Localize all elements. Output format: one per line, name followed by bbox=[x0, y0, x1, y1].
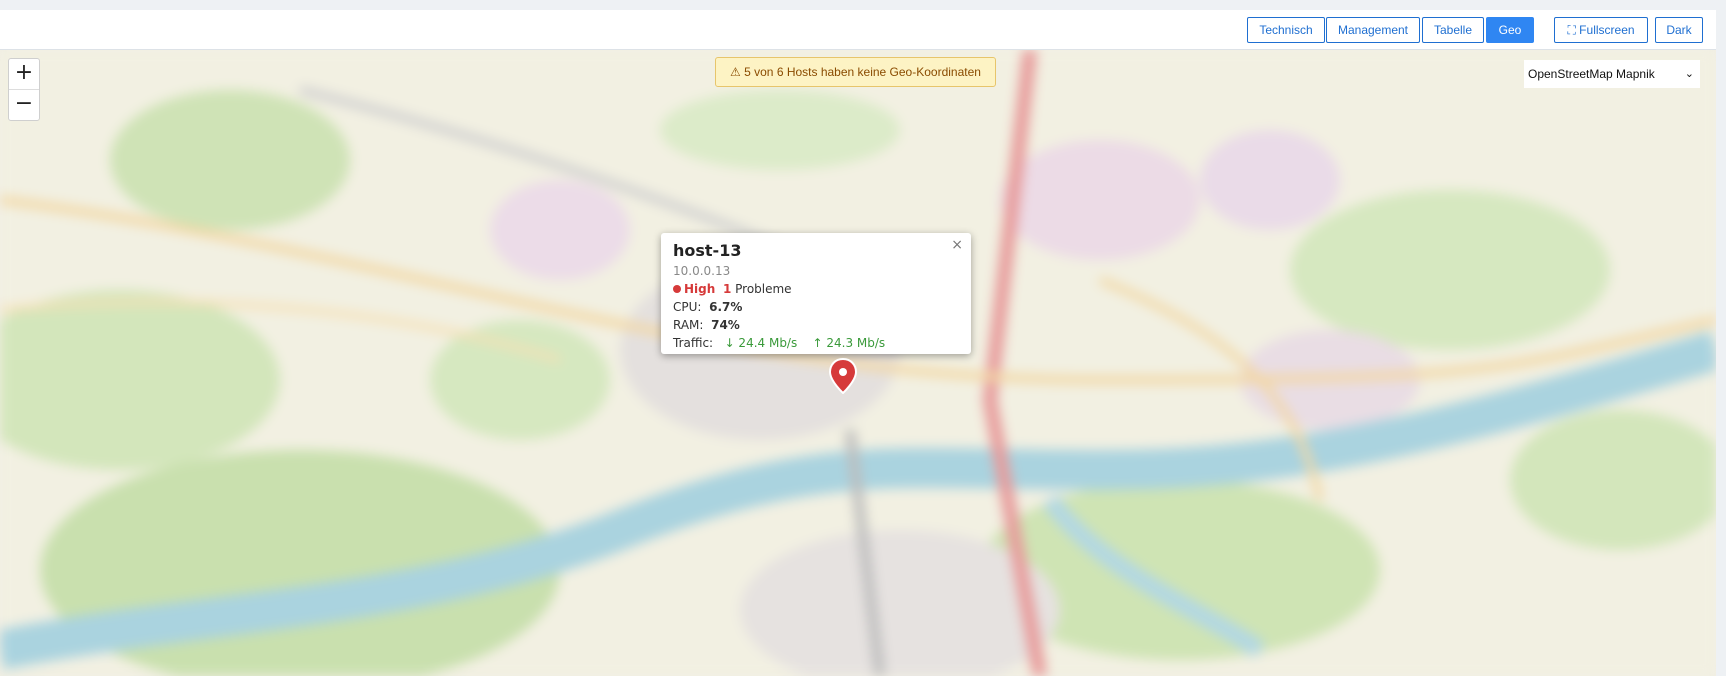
zoom-out-button[interactable]: − bbox=[9, 89, 39, 120]
map-tiles bbox=[0, 50, 1716, 676]
fullscreen-button[interactable]: ⛶ Fullscreen bbox=[1554, 17, 1648, 43]
zoom-in-button[interactable]: + bbox=[9, 59, 39, 89]
view-geo-button[interactable]: Geo bbox=[1486, 17, 1534, 43]
zoom-control: + − bbox=[8, 58, 40, 121]
scrollbar[interactable] bbox=[1716, 10, 1726, 676]
popup-host-ip: 10.0.0.13 bbox=[673, 264, 731, 278]
popup-severity: High bbox=[684, 282, 716, 296]
toolbar: Technisch Management Tabelle Geo ⛶ Fulls… bbox=[0, 10, 1716, 50]
popup-ram-label: RAM: bbox=[673, 318, 704, 332]
popup-traffic-label: Traffic: bbox=[673, 336, 714, 350]
popup-traffic-down: ↓ 24.4 Mb/s bbox=[724, 336, 798, 350]
top-strip bbox=[0, 0, 1726, 10]
chevron-down-icon: ⌄ bbox=[1684, 68, 1694, 80]
close-icon[interactable]: × bbox=[951, 237, 963, 253]
popup-problem-label: Probleme bbox=[735, 282, 792, 296]
popup-cpu-label: CPU: bbox=[673, 300, 702, 314]
popup-traffic-up: ↑ 24.3 Mb/s bbox=[812, 336, 886, 350]
popup-host-name: host-13 bbox=[673, 241, 742, 260]
popup-cpu-value: 6.7% bbox=[709, 300, 743, 314]
host-marker-icon[interactable] bbox=[829, 358, 857, 394]
popup-ram-row: RAM: 74% bbox=[673, 318, 959, 332]
popup-problem-count: 1 bbox=[722, 282, 732, 296]
geo-warning-banner: ⚠ 5 von 6 Hosts haben keine Geo-Koordina… bbox=[715, 57, 996, 87]
map-layer-select-value: OpenStreetMap Mapnik bbox=[1528, 67, 1655, 81]
view-management-button[interactable]: Management bbox=[1326, 17, 1420, 43]
severity-dot-icon bbox=[673, 285, 681, 293]
popup-ram-value: 74% bbox=[711, 318, 740, 332]
dark-mode-button[interactable]: Dark bbox=[1655, 17, 1703, 43]
popup-traffic-row: Traffic: ↓ 24.4 Mb/s ↑ 24.3 Mb/s bbox=[673, 336, 959, 350]
map-canvas[interactable] bbox=[0, 50, 1716, 676]
popup-cpu-row: CPU: 6.7% bbox=[673, 300, 959, 314]
map-layer-select[interactable]: OpenStreetMap Mapnik ⌄ bbox=[1524, 60, 1700, 88]
view-technisch-button[interactable]: Technisch bbox=[1247, 17, 1325, 43]
view-tabelle-button[interactable]: Tabelle bbox=[1422, 17, 1484, 43]
host-popup: × host-13 10.0.0.13 High 1 Probleme CPU:… bbox=[661, 233, 971, 354]
popup-severity-row: High 1 Probleme bbox=[673, 282, 959, 296]
